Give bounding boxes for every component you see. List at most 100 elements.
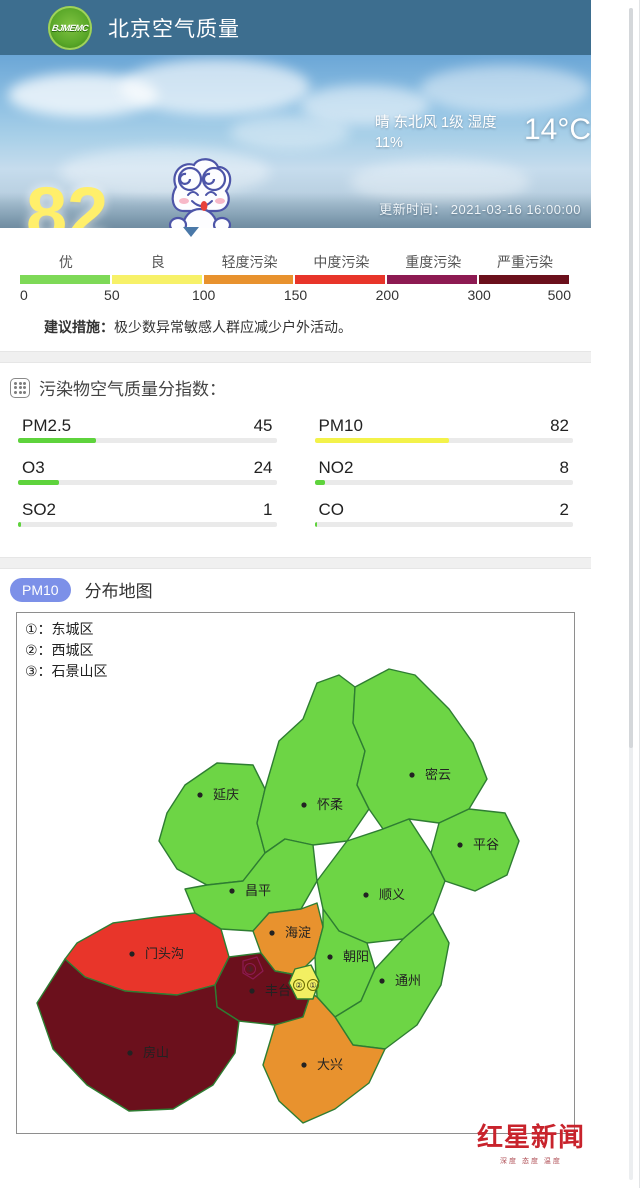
aqi-band-严重污染 (479, 275, 569, 284)
district-label-密云: 密云 (425, 767, 451, 782)
aqi-scale: 优 良 轻度污染 中度污染 重度污染 严重污染 0 50 100 150 200 300 500 建议… (0, 227, 591, 337)
aqi-tick-50: 50 (104, 287, 120, 303)
district-marker-dot (379, 978, 385, 984)
update-time: 更新时间： 2021-03-16 16:00:00 (379, 202, 581, 217)
pollutant-progress-fill (314, 438, 449, 443)
pollutant-row-CO: CO 2 (314, 500, 573, 527)
pollutant-value: 45 (253, 416, 273, 435)
pollutant-column-right: PM10 82 NO2 8 CO 2 (314, 416, 573, 527)
mascot-icon (168, 158, 232, 228)
pollutant-progress-fill (18, 480, 60, 485)
svg-text:③: ③ (246, 965, 253, 974)
aqi-level-label-3: 中度污染 (313, 254, 370, 270)
aqi-level-label-4: 重度污染 (405, 254, 462, 270)
pollutant-row-NO2: NO2 8 (314, 458, 573, 485)
weather-conditions: 晴 东北风 1级 湿度 11% (375, 115, 497, 151)
pollutant-name: PM2.5 (22, 416, 72, 435)
pollutant-progress-track (18, 438, 277, 443)
logo-text: BJMEMC (51, 22, 89, 33)
aqi-level-label-2: 轻度污染 (221, 254, 278, 270)
aqi-tick-300: 300 (467, 287, 491, 303)
map-section-title: 分布地图 (84, 582, 153, 601)
district-marker-dot (127, 1050, 133, 1056)
pollutant-progress-track (314, 438, 573, 443)
district-marker-dot (269, 930, 275, 936)
district-label-昌平: 昌平 (245, 883, 271, 898)
grid-icon (10, 377, 30, 398)
aqi-tick-200: 200 (375, 287, 400, 303)
svg-text:①: ① (309, 981, 316, 990)
advice-line: 建议措施：极少数异常敏感人群应减少户外活动。 (44, 317, 547, 337)
aqi-tick-labels: 0 50 100 150 200 300 500 (20, 287, 571, 305)
pollutant-progress-track (314, 522, 573, 527)
district-label-房山: 房山 (143, 1045, 169, 1060)
aqi-level-label-0: 优 (58, 254, 73, 270)
aqi-band-中度污染 (295, 275, 386, 284)
pollutant-name: PM10 (318, 416, 363, 435)
pollutant-progress-fill (314, 522, 318, 527)
district-marker-dot (301, 1062, 307, 1068)
district-marker-dot (129, 951, 135, 957)
aqi-level-label-1: 良 (150, 254, 165, 270)
district-marker-dot (249, 988, 255, 994)
aqi-band-良 (111, 275, 202, 284)
pollutant-progress-fill (314, 480, 325, 485)
pollutant-row-O3: O3 24 (18, 458, 277, 485)
pollutant-name: NO2 (318, 458, 354, 477)
pollutant-section-header: 污染物空气质量分指数： (0, 363, 591, 406)
beijing-district-map[interactable]: 延庆怀柔 密云昌平 顺义 平谷海淀朝阳 门头沟丰台房山 通州大兴 ③ ② ① (17, 613, 573, 1133)
pollutant-value: 1 (263, 500, 273, 519)
watermark: 红星新闻 深度 态度 温度 (477, 1117, 585, 1166)
district-marker-dot (327, 954, 333, 960)
scrollbar-thumb[interactable] (629, 8, 633, 748)
pollutant-progress-track (18, 522, 277, 527)
aqi-value: 82 (26, 172, 109, 229)
pollutant-row-PM10: PM10 82 (314, 416, 573, 443)
watermark-subtitle: 深度 态度 温度 (500, 1158, 562, 1165)
pollutant-row-PM2.5: PM2.5 45 (18, 416, 277, 443)
hero-banner: 82 晴 东北风 1级 湿度 11% 14°C 更新时间： 2021-03-16… (0, 55, 591, 228)
distribution-map[interactable]: ①：东城区 ②：西城区 ③：石景山区 延庆 怀柔 密云 昌平 顺义 平谷 海淀 … (16, 612, 575, 1134)
svg-text:②: ② (295, 981, 302, 990)
spacer (0, 337, 591, 351)
aqi-level-labels: 优 良 轻度污染 中度污染 重度污染 严重污染 (20, 252, 571, 272)
pollutant-value: 8 (559, 458, 569, 477)
app-header: BJMEMC 北京空气质量 (0, 0, 591, 55)
district-label-朝阳: 朝阳 (343, 949, 369, 964)
pollutant-progress-fill (18, 522, 21, 527)
pollutant-name: SO2 (22, 500, 57, 519)
aqi-tick-100: 100 (191, 287, 216, 303)
pollutant-name: CO (318, 500, 345, 519)
district-label-平谷: 平谷 (473, 837, 499, 852)
air-quality-app: BJMEMC 北京空气质量 82 晴 东北风 1级 湿度 11% 14°C 更新… (0, 0, 591, 1188)
pollutant-column-left: PM2.5 45 O3 24 SO2 1 (18, 416, 277, 527)
pollutant-progress-track (314, 480, 573, 485)
pollutant-progress-fill (18, 438, 96, 443)
aqi-color-bar (20, 275, 571, 284)
section-divider (0, 351, 591, 363)
district-label-怀柔: 怀柔 (317, 797, 343, 812)
aqi-tick-500: 500 (547, 287, 571, 303)
district-marker-dot (457, 842, 463, 848)
aqi-band-重度污染 (387, 275, 478, 284)
district-label-通州: 通州 (395, 973, 421, 988)
page-title: 北京空气质量 (108, 17, 240, 41)
bjmemc-logo-icon: BJMEMC (48, 5, 92, 50)
spacer (0, 543, 591, 557)
district-label-丰台: 丰台 (265, 983, 291, 998)
aqi-level-label-5: 严重污染 (497, 254, 554, 270)
pollutant-value: 82 (550, 416, 569, 435)
pollutant-selector-pill[interactable]: PM10 (10, 577, 71, 602)
aqi-band-轻度污染 (203, 275, 294, 284)
advice-text: 极少数异常敏感人群应减少户外活动。 (114, 319, 352, 335)
aqi-band-优 (20, 275, 110, 284)
pollutant-value: 24 (253, 458, 273, 477)
temperature-value: 14°C (523, 113, 591, 146)
pollutant-value: 2 (559, 500, 569, 519)
district-label-大兴: 大兴 (317, 1057, 343, 1072)
pollutant-row-SO2: SO2 1 (18, 500, 277, 527)
aqi-tick-150: 150 (283, 287, 308, 303)
district-label-延庆: 延庆 (213, 787, 239, 802)
map-section-header: PM10 分布地图 (0, 569, 591, 612)
watermark-title: 红星新闻 (476, 1123, 585, 1152)
